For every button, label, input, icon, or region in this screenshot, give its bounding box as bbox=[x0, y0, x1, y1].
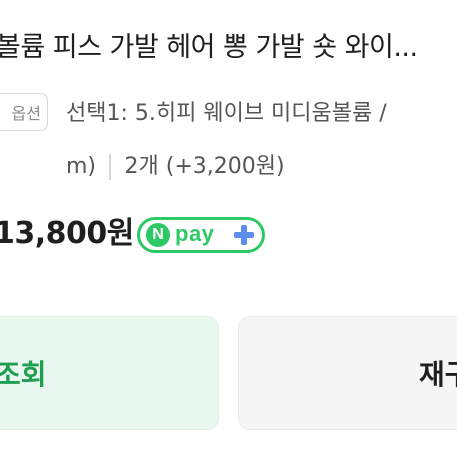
option-detail-continuation: m) bbox=[66, 154, 97, 179]
extra-price-label: (+3,200원) bbox=[165, 154, 285, 179]
price-amount: 13,800원 bbox=[0, 216, 134, 251]
option-detail-line: 선택1: 5.히피 웨이브 미디움볼륨 / bbox=[66, 101, 387, 126]
plus-icon bbox=[232, 223, 256, 247]
reorder-button-label: 재구 bbox=[419, 358, 457, 391]
product-title[interactable]: 볼륨 피스 가발 헤어 뽕 가발 숏 와이... bbox=[0, 28, 457, 68]
quantity-label: 2개 bbox=[124, 154, 159, 179]
npay-logo-icon: N bbox=[146, 223, 170, 247]
inquiry-button[interactable]: 조회 bbox=[0, 316, 219, 430]
inquiry-button-label: 조회 bbox=[0, 358, 47, 391]
divider bbox=[109, 154, 111, 180]
npay-label: pay bbox=[175, 220, 215, 246]
option-detail-line-2: m) 2개 (+3,200원) bbox=[66, 149, 285, 185]
option-badge: 옵션 bbox=[0, 93, 48, 131]
npay-badge: N pay bbox=[137, 217, 265, 253]
option-badge-label: 옵션 bbox=[11, 104, 41, 123]
reorder-button[interactable]: 재구 bbox=[238, 316, 457, 430]
order-item-card: 볼륨 피스 가발 헤어 뽕 가발 숏 와이... 옵션 선택1: 5.히피 웨이… bbox=[0, 0, 457, 457]
